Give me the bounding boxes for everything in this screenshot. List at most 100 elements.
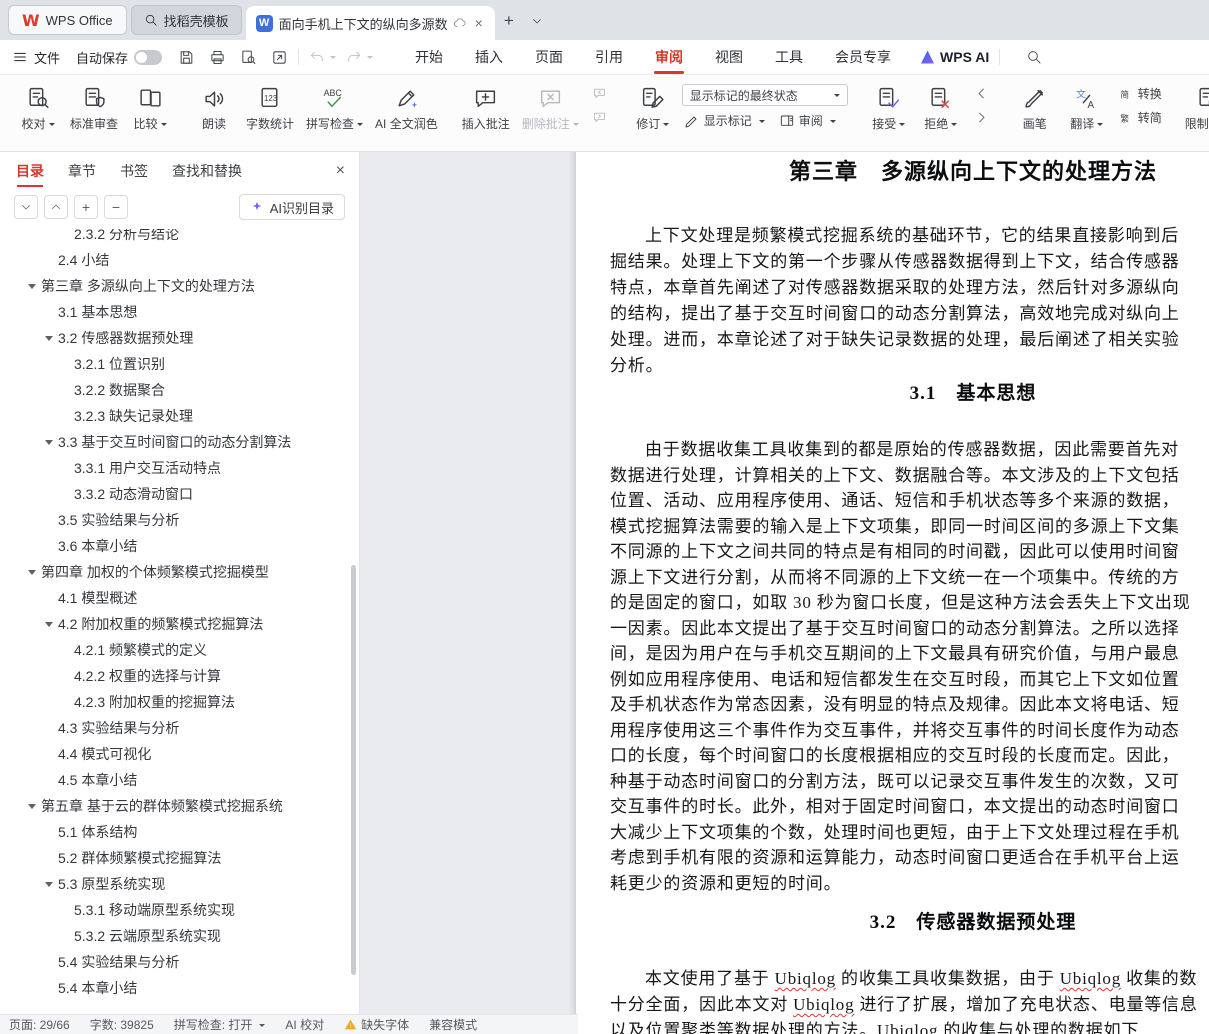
toc-item[interactable]: 3.3 基于交互时间窗口的动态分割算法 — [0, 429, 359, 455]
spell-check-button[interactable]: ABC 拼写检查 — [301, 82, 368, 136]
close-tab-icon[interactable]: × — [473, 15, 485, 31]
document-page[interactable]: 第三章 多源纵向上下文的处理方法 上下文处理是频繁模式挖掘系统的基础环节，它的结… — [576, 152, 1209, 1034]
traditional-convert-button[interactable]: 繁转简 — [1116, 108, 1164, 127]
toc-item[interactable]: 5.2 群体频繁模式挖掘算法 — [0, 845, 359, 871]
toc-item[interactable]: 4.2.2 权重的选择与计算 — [0, 663, 359, 689]
toc-item[interactable]: 5.3.2 云端原型系统实现 — [0, 923, 359, 949]
undo-arrow-icon[interactable] — [330, 56, 337, 62]
prev-revision-button[interactable] — [970, 84, 994, 103]
ai-proof-button[interactable]: AI 校对 — [285, 1016, 324, 1033]
print-preview-icon[interactable] — [240, 49, 257, 66]
decrease-button[interactable]: − — [104, 195, 128, 219]
sidebar-scrollbar-thumb[interactable] — [351, 565, 356, 975]
standard-review-button[interactable]: 标准审查 — [65, 82, 123, 136]
ai-recognize-toc-button[interactable]: AI识别目录 — [238, 194, 345, 220]
autosave-toggle[interactable] — [134, 49, 163, 65]
toc-item[interactable]: 5.3.1 移动端原型系统实现 — [0, 897, 359, 923]
menu-tab-5[interactable]: 审阅 — [639, 40, 699, 74]
toc-item[interactable]: 4.2.3 附加权重的挖掘算法 — [0, 689, 359, 715]
toc-item[interactable]: 3.1 基本思想 — [0, 299, 359, 325]
show-markup-button[interactable]: 显示标记 — [682, 111, 767, 130]
proofread-button[interactable]: 校对 — [13, 82, 63, 136]
increase-button[interactable]: + — [74, 195, 98, 219]
sidebar-tab-3[interactable]: 书签 — [120, 152, 148, 190]
track-changes-button[interactable]: 修订 — [628, 82, 678, 136]
toc-expand-icon[interactable] — [45, 439, 53, 449]
toc-item[interactable]: 5.1 体系结构 — [0, 819, 359, 845]
sidebar-tab-2[interactable]: 章节 — [68, 152, 96, 190]
toc-item[interactable]: 3.2.2 数据聚合 — [0, 377, 359, 403]
tab-document[interactable]: W 面向手机上下文的纵向多源数 × — [245, 6, 495, 40]
toc-item[interactable]: 3.5 实验结果与分析 — [0, 507, 359, 533]
accept-button[interactable]: 接受 — [864, 82, 914, 136]
file-menu[interactable]: 文件 — [12, 48, 60, 67]
spellcheck-status[interactable]: 拼写检查: 打开 — [174, 1016, 266, 1033]
ink-pen-button[interactable]: 画笔 — [1010, 82, 1060, 136]
expand-all-button[interactable] — [44, 195, 68, 219]
toc-item[interactable]: 2.4 小结 — [0, 247, 359, 273]
toc-item[interactable]: 4.2 附加权重的频繁模式挖掘算法 — [0, 611, 359, 637]
toc-item[interactable]: 第四章 加权的个体频繁模式挖掘模型 — [0, 559, 359, 585]
ai-polish-button[interactable]: AI 全文润色 — [370, 82, 443, 136]
review-pane-button[interactable]: 审阅 — [777, 111, 838, 130]
menu-tab-3[interactable]: 页面 — [519, 40, 579, 74]
tab-wps-office[interactable]: W WPS Office — [8, 5, 127, 35]
toc-expand-icon[interactable] — [28, 283, 36, 293]
tab-list-button[interactable] — [524, 8, 550, 34]
markup-state-button[interactable]: 显示标记的最终状态 — [681, 84, 848, 106]
new-tab-button[interactable]: + — [496, 8, 522, 34]
redo-arrow-icon[interactable] — [367, 56, 374, 62]
read-aloud-button[interactable]: 朗读 — [189, 82, 239, 136]
collapse-all-button[interactable] — [14, 195, 38, 219]
toc-item[interactable]: 3.2 传感器数据预处理 — [0, 325, 359, 351]
menu-tab-8[interactable]: 会员专享 — [819, 40, 907, 74]
toc-item[interactable]: 3.3.1 用户交互活动特点 — [0, 455, 359, 481]
toc-item[interactable]: 3.2.3 缺失记录处理 — [0, 403, 359, 429]
menu-tab-4[interactable]: 引用 — [579, 40, 639, 74]
simplified-convert-button[interactable]: 简转换 — [1116, 84, 1164, 103]
sidebar-tab-1[interactable]: 目录 — [16, 152, 44, 190]
toc-item[interactable]: 5.4 本章小结 — [0, 975, 359, 1001]
toc-expand-icon[interactable] — [45, 881, 53, 891]
translate-button[interactable]: 文 A 翻译 — [1062, 82, 1112, 136]
undo-icon[interactable] — [309, 49, 325, 65]
toc-expand-icon[interactable] — [28, 803, 36, 813]
export-icon[interactable] — [271, 49, 288, 66]
print-icon[interactable] — [209, 49, 226, 66]
menu-tab-2[interactable]: 插入 — [459, 40, 519, 74]
next-revision-button[interactable] — [970, 108, 994, 127]
menu-tab-1[interactable]: 开始 — [399, 40, 459, 74]
restrict-editing-button[interactable]: 限制编辑 — [1180, 82, 1209, 136]
toc-expand-icon[interactable] — [28, 569, 36, 579]
toc-item[interactable]: 3.2.1 位置识别 — [0, 351, 359, 377]
toc-item[interactable]: 第五章 基于云的群体频繁模式挖掘系统 — [0, 793, 359, 819]
page-indicator[interactable]: 页面: 29/66 — [9, 1016, 70, 1033]
toc-item[interactable]: 4.4 模式可视化 — [0, 741, 359, 767]
insert-comment-button[interactable]: 插入批注 — [457, 82, 515, 136]
tab-docer-template[interactable]: 找稻壳模板 — [130, 5, 242, 35]
compare-button[interactable]: 比较 — [125, 82, 175, 136]
toc-item[interactable]: 2.3.2 分析与结论 — [0, 229, 359, 247]
close-panel-icon[interactable]: × — [336, 152, 345, 190]
reject-button[interactable]: 拒绝 — [916, 82, 966, 136]
redo-icon[interactable] — [346, 49, 362, 65]
wps-ai-button[interactable]: WPS AI — [921, 49, 989, 65]
compat-mode-indicator[interactable]: 兼容模式 — [429, 1016, 477, 1033]
toc-item[interactable]: 4.2.1 频繁模式的定义 — [0, 637, 359, 663]
menu-tab-6[interactable]: 视图 — [699, 40, 759, 74]
toc-item[interactable]: 4.1 模型概述 — [0, 585, 359, 611]
toc-expand-icon[interactable] — [45, 335, 53, 345]
word-count-button[interactable]: 123 字数统计 — [241, 82, 299, 136]
toc-item[interactable]: 4.3 实验结果与分析 — [0, 715, 359, 741]
toc-item[interactable]: 4.5 本章小结 — [0, 767, 359, 793]
toc-item[interactable]: 5.4 实验结果与分析 — [0, 949, 359, 975]
toc-item[interactable]: 3.6 本章小结 — [0, 533, 359, 559]
search-icon[interactable] — [1026, 49, 1042, 65]
toc-expand-icon[interactable] — [45, 621, 53, 631]
save-icon[interactable] — [178, 49, 195, 66]
missing-font-warning[interactable]: ! 缺失字体 — [344, 1016, 409, 1033]
menu-tab-7[interactable]: 工具 — [759, 40, 819, 74]
toc-item[interactable]: 第三章 多源纵向上下文的处理方法 — [0, 273, 359, 299]
sidebar-tab-4[interactable]: 查找和替换 — [172, 152, 242, 190]
word-count-indicator[interactable]: 字数: 39825 — [90, 1016, 154, 1033]
